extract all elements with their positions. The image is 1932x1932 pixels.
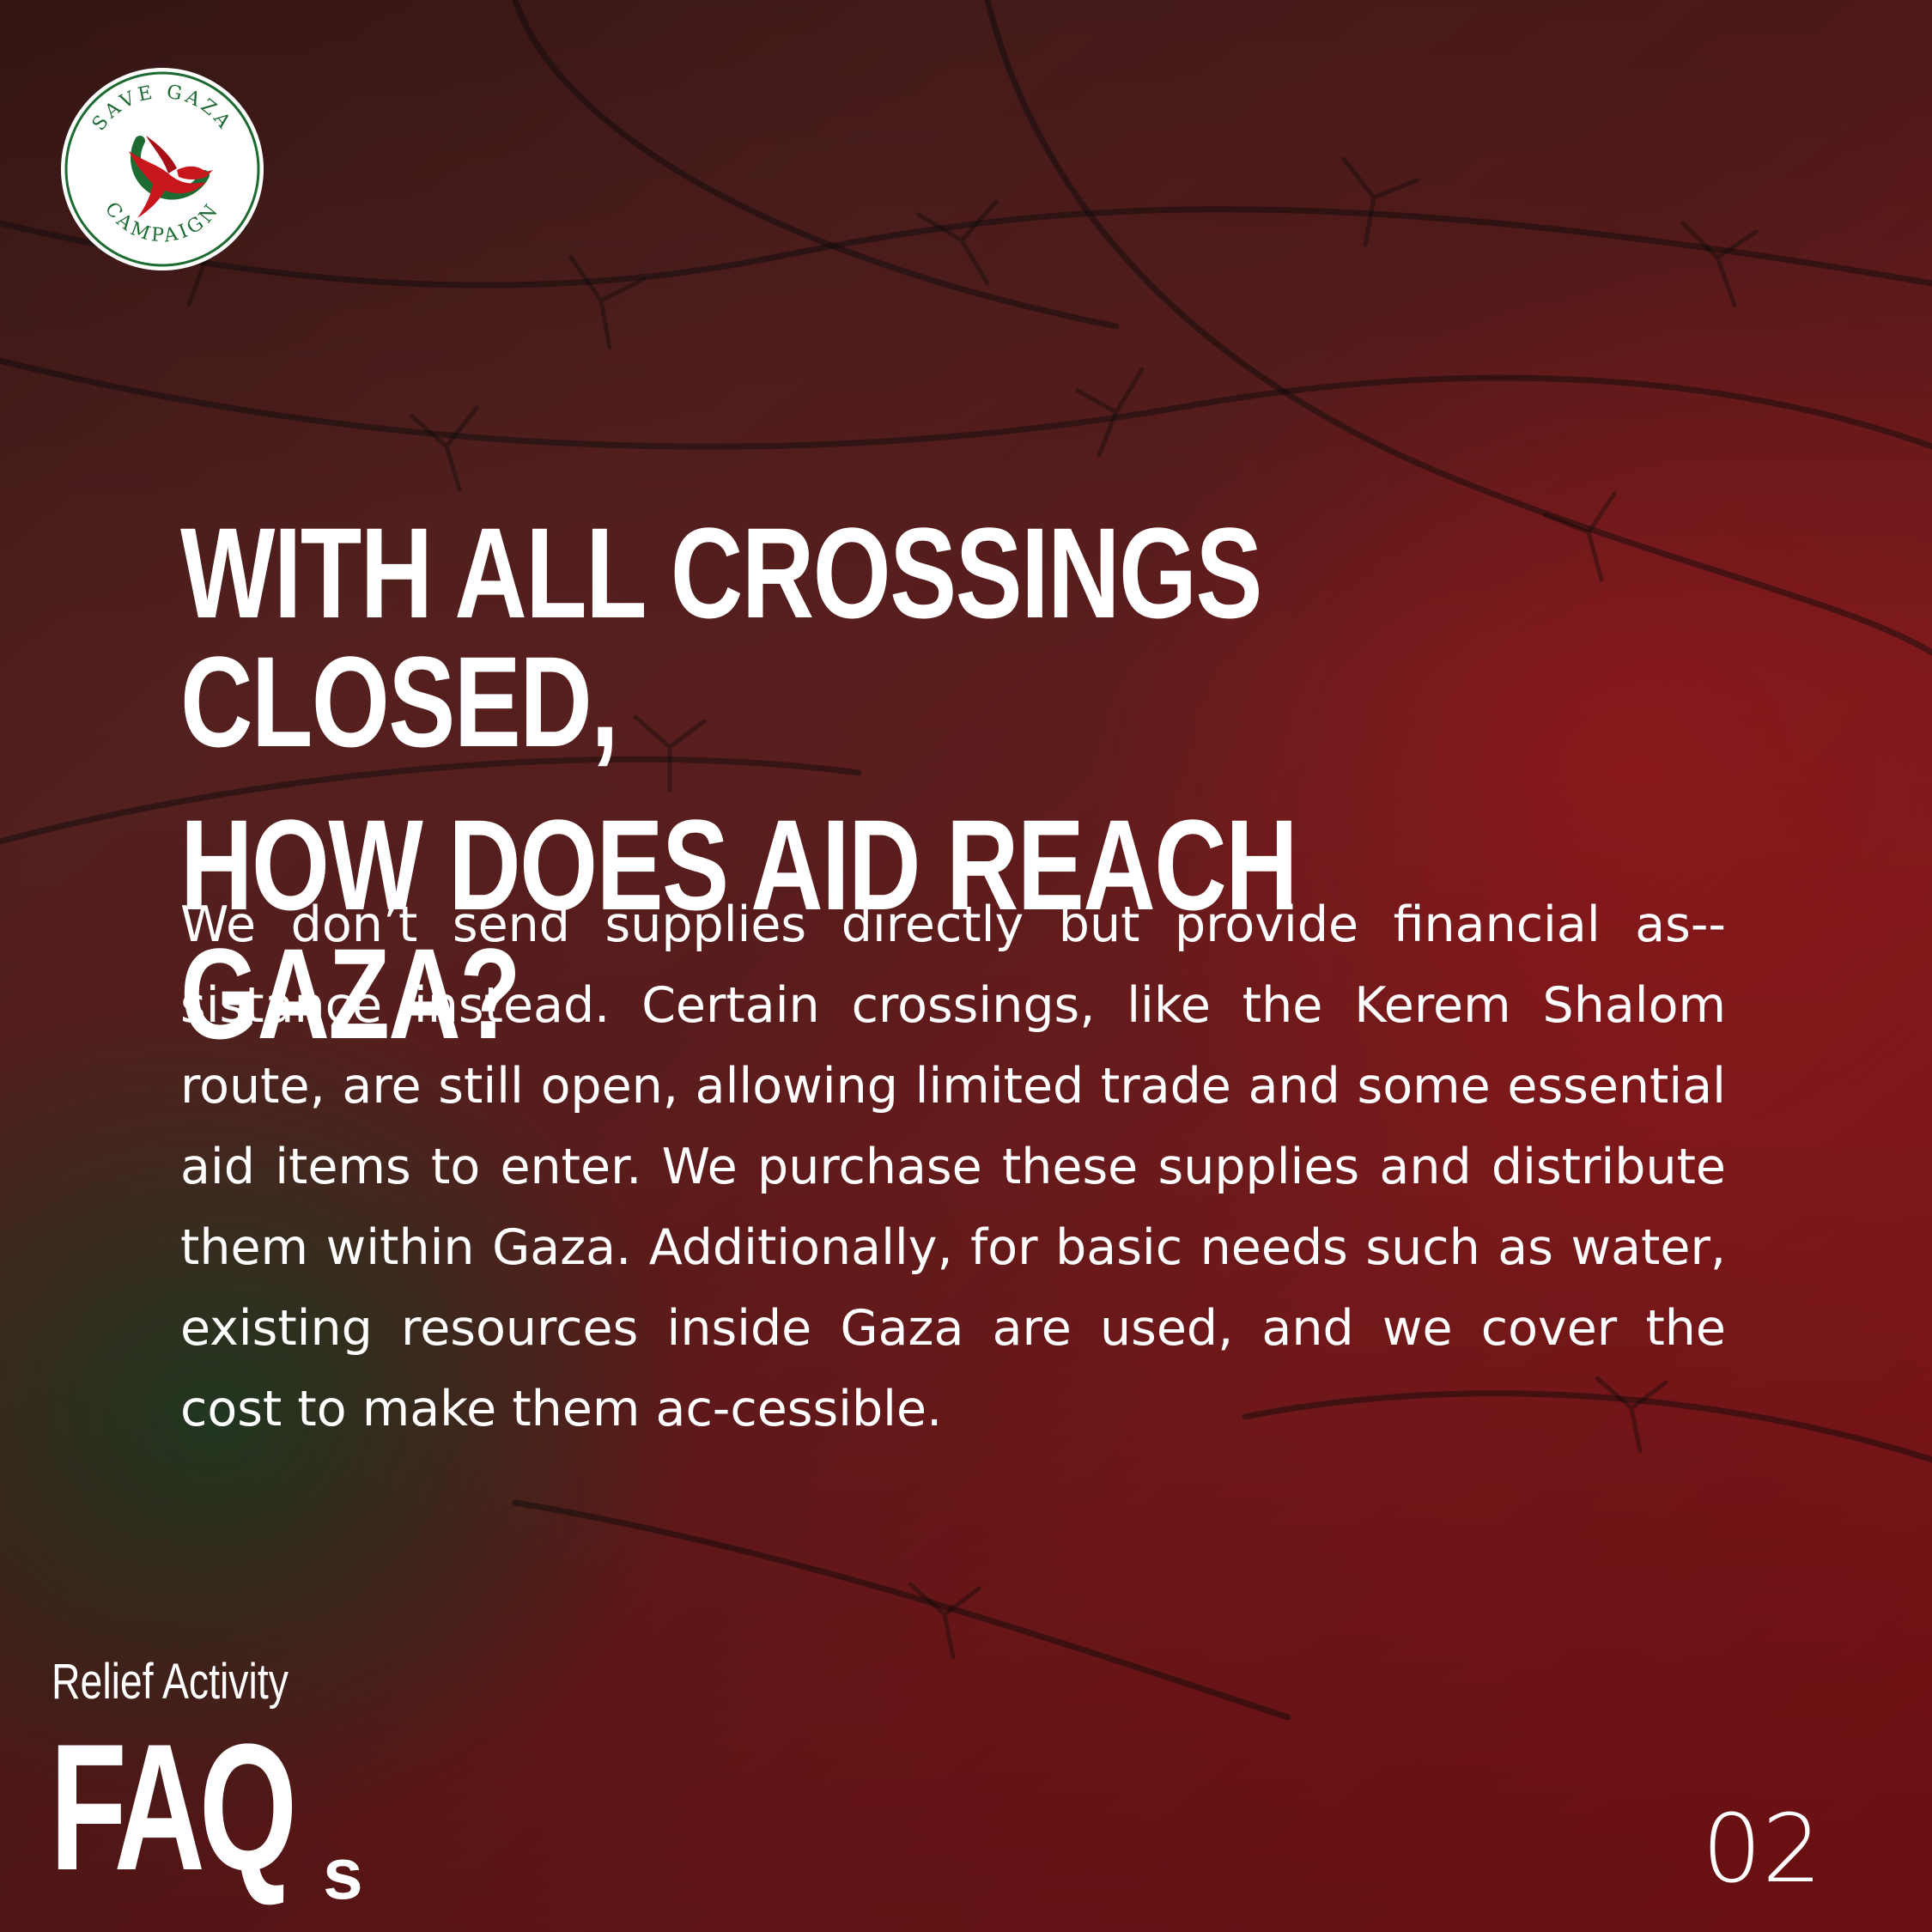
heading-line-1: WITH ALL CROSSINGS CLOSED, [180, 501, 1262, 774]
save-gaza-campaign-logo: SAVE GAZA CAMPAIGN [61, 68, 264, 270]
relief-activity-faqs-badge: Relief Activity FAQ s [50, 1654, 363, 1911]
page-number: 02 [1702, 1794, 1822, 1904]
faq-slide: SAVE GAZA CAMPAIGN WITH ALL CROSSINGS CL… [0, 0, 1932, 1932]
faq-answer-text: We don’t send supplies directly but prov… [180, 896, 1726, 1437]
faq-subtitle: Relief Activity [52, 1654, 289, 1710]
faq-suffix: s [323, 1833, 363, 1914]
faq-title: FAQ [50, 1706, 297, 1908]
